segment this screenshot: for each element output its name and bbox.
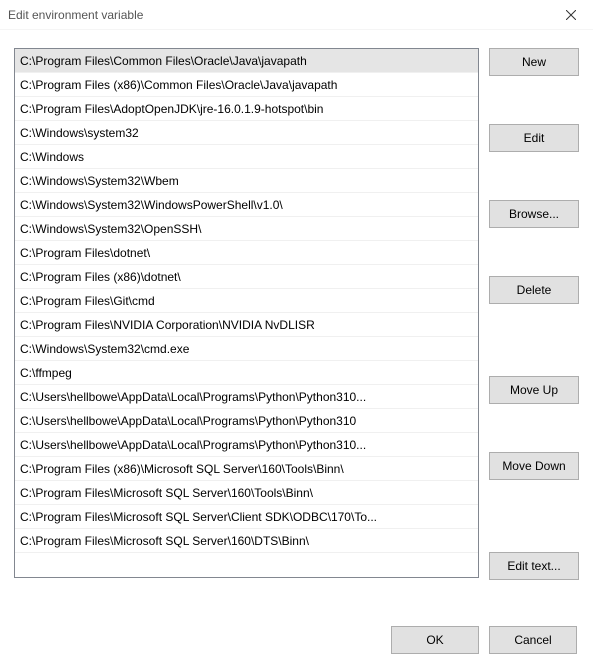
list-item[interactable]: C:\Windows\System32\cmd.exe bbox=[15, 337, 478, 361]
list-item[interactable]: C:\Program Files\Microsoft SQL Server\Cl… bbox=[15, 505, 478, 529]
main-row: C:\Program Files\Common Files\Oracle\Jav… bbox=[14, 48, 579, 604]
list-item[interactable]: C:\Program Files\AdoptOpenJDK\jre-16.0.1… bbox=[15, 97, 478, 121]
list-item[interactable]: C:\Program Files (x86)\Common Files\Orac… bbox=[15, 73, 478, 97]
delete-button[interactable]: Delete bbox=[489, 276, 579, 304]
move-down-button[interactable]: Move Down bbox=[489, 452, 579, 480]
list-item[interactable]: C:\Windows bbox=[15, 145, 478, 169]
list-item[interactable]: C:\Program Files\dotnet\ bbox=[15, 241, 478, 265]
edit-text-button[interactable]: Edit text... bbox=[489, 552, 579, 580]
list-item[interactable]: C:\Program Files\Microsoft SQL Server\16… bbox=[15, 481, 478, 505]
dialog-footer: OK Cancel bbox=[14, 604, 579, 654]
list-item[interactable]: C:\Program Files\Git\cmd bbox=[15, 289, 478, 313]
list-item[interactable]: C:\Windows\System32\WindowsPowerShell\v1… bbox=[15, 193, 478, 217]
side-button-column: New Edit Browse... Delete Move Up Move D… bbox=[489, 48, 579, 604]
list-item[interactable]: C:\Users\hellbowe\AppData\Local\Programs… bbox=[15, 409, 478, 433]
close-icon bbox=[566, 10, 576, 20]
edit-button[interactable]: Edit bbox=[489, 124, 579, 152]
dialog-window: Edit environment variable C:\Program Fil… bbox=[0, 0, 593, 659]
list-item[interactable]: C:\Program Files (x86)\dotnet\ bbox=[15, 265, 478, 289]
move-up-button[interactable]: Move Up bbox=[489, 376, 579, 404]
list-item[interactable]: C:\Program Files\NVIDIA Corporation\NVID… bbox=[15, 313, 478, 337]
window-title: Edit environment variable bbox=[8, 8, 143, 22]
browse-button[interactable]: Browse... bbox=[489, 200, 579, 228]
cancel-button[interactable]: Cancel bbox=[489, 626, 577, 654]
new-button[interactable]: New bbox=[489, 48, 579, 76]
list-item[interactable]: C:\Windows\system32 bbox=[15, 121, 478, 145]
list-item[interactable]: C:\Windows\System32\OpenSSH\ bbox=[15, 217, 478, 241]
list-item[interactable]: C:\Users\hellbowe\AppData\Local\Programs… bbox=[15, 433, 478, 457]
path-listbox[interactable]: C:\Program Files\Common Files\Oracle\Jav… bbox=[14, 48, 479, 578]
list-item[interactable]: C:\Program Files (x86)\Microsoft SQL Ser… bbox=[15, 457, 478, 481]
list-item[interactable]: C:\Users\hellbowe\AppData\Local\Programs… bbox=[15, 385, 478, 409]
list-item[interactable]: C:\Windows\System32\Wbem bbox=[15, 169, 478, 193]
dialog-content: C:\Program Files\Common Files\Oracle\Jav… bbox=[0, 30, 593, 659]
close-button[interactable] bbox=[549, 0, 593, 30]
ok-button[interactable]: OK bbox=[391, 626, 479, 654]
titlebar: Edit environment variable bbox=[0, 0, 593, 30]
list-item[interactable]: C:\Program Files\Common Files\Oracle\Jav… bbox=[15, 49, 478, 73]
list-item[interactable]: C:\ffmpeg bbox=[15, 361, 478, 385]
list-item[interactable]: C:\Program Files\Microsoft SQL Server\16… bbox=[15, 529, 478, 553]
